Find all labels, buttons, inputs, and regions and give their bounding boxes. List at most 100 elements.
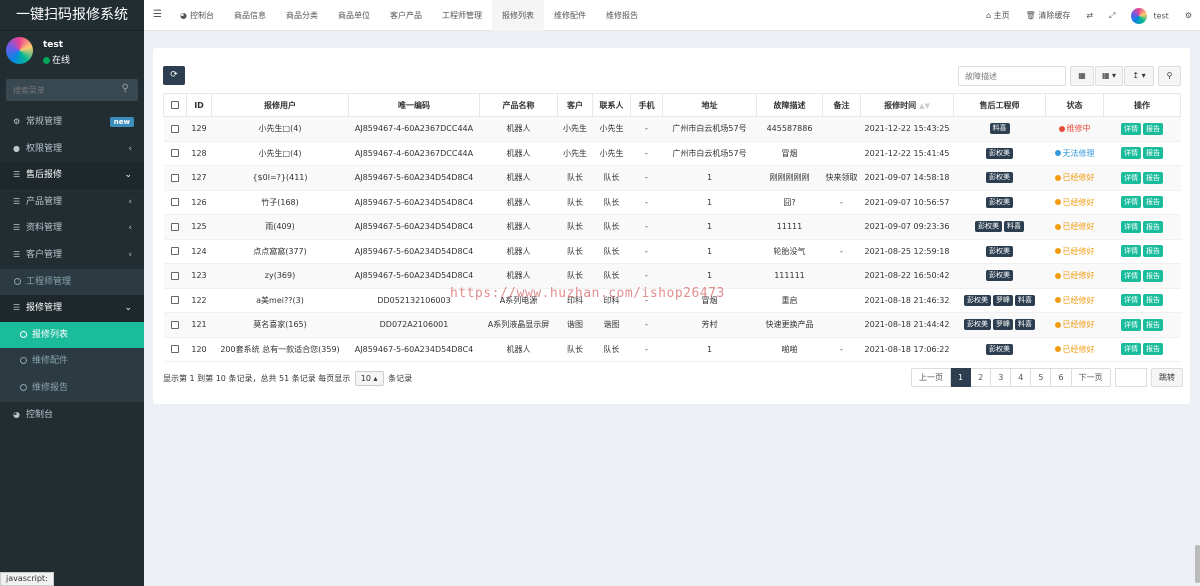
- sidebar-search-input[interactable]: [6, 79, 138, 101]
- tab-7[interactable]: 维修配件: [544, 0, 596, 31]
- row-checkbox[interactable]: [163, 116, 187, 142]
- cell-note: 快来领取: [822, 165, 861, 191]
- hamburger-icon[interactable]: ☰: [153, 9, 162, 20]
- fullscreen-icon[interactable]: ⤢: [1101, 11, 1123, 21]
- report-button[interactable]: 报告: [1143, 147, 1163, 160]
- row-checkbox[interactable]: [163, 336, 187, 362]
- row-checkbox[interactable]: [163, 140, 187, 166]
- export-button[interactable]: ↥ ▾: [1124, 66, 1154, 86]
- page-jump-button[interactable]: 跳转: [1151, 368, 1183, 387]
- cell-customer: 队长: [557, 263, 593, 289]
- app-logo[interactable]: 一键扫码报修系统: [0, 0, 144, 31]
- page-jump-input[interactable]: [1115, 368, 1147, 387]
- row-checkbox[interactable]: [163, 263, 187, 289]
- detail-button[interactable]: 详情: [1121, 171, 1141, 184]
- sidebar-item-repair-mgmt[interactable]: ☰ 报修管理 ⌄: [0, 295, 144, 322]
- detail-button[interactable]: 详情: [1121, 318, 1141, 331]
- detail-button[interactable]: 详情: [1121, 122, 1141, 135]
- report-button[interactable]: 报告: [1143, 245, 1163, 258]
- cell-engineers: 彭权美: [953, 336, 1046, 362]
- report-button[interactable]: 报告: [1143, 343, 1163, 356]
- sidebar-item-engineer[interactable]: 工程师管理: [0, 268, 144, 296]
- cell-user: 小先生□(4): [211, 140, 349, 166]
- report-button[interactable]: 报告: [1143, 318, 1163, 331]
- tab-3[interactable]: 商品单位: [328, 0, 380, 31]
- status-dot-icon: [1054, 174, 1061, 181]
- sidebar-item-customer[interactable]: ☰ 客户管理 ‹: [0, 242, 144, 269]
- sidebar-item-repair-list[interactable]: 报修列表: [0, 321, 144, 349]
- report-button[interactable]: 报告: [1143, 269, 1163, 282]
- cell-user: 莫名喜家(165): [211, 312, 349, 338]
- tab-8[interactable]: 维修报告: [596, 0, 648, 31]
- row-checkbox[interactable]: [163, 312, 187, 338]
- tab-5[interactable]: 工程师管理: [432, 0, 492, 31]
- report-button[interactable]: 报告: [1143, 171, 1163, 184]
- cell-customer: 队长: [557, 238, 593, 264]
- report-button[interactable]: 报告: [1143, 294, 1163, 307]
- cell-contact: 队长: [592, 336, 631, 362]
- column-header-id[interactable]: ID: [186, 93, 212, 117]
- refresh-button[interactable]: ⟳: [163, 66, 185, 85]
- cell-code: AJ859467-5-60A234D54D8C4: [348, 165, 480, 191]
- scrollbar-thumb[interactable]: [1195, 545, 1200, 583]
- next-page-button[interactable]: 下一页: [1071, 368, 1111, 387]
- detail-button[interactable]: 详情: [1121, 294, 1141, 307]
- cell-customer: 印科: [557, 287, 593, 313]
- report-button[interactable]: 报告: [1143, 122, 1163, 135]
- select-all-checkbox[interactable]: [163, 93, 187, 117]
- column-header-time[interactable]: 报修时间 ▲▼: [860, 93, 954, 117]
- tab-6[interactable]: 报修列表: [491, 0, 544, 31]
- columns-button[interactable]: ▦ ▾: [1095, 66, 1123, 86]
- cell-note: [822, 263, 861, 289]
- sidebar-item-dashboard[interactable]: ◕ 控制台: [0, 402, 144, 429]
- page-button[interactable]: 2: [971, 368, 992, 387]
- cell-product: 机器人: [479, 263, 558, 289]
- row-checkbox[interactable]: [163, 287, 187, 313]
- detail-button[interactable]: 详情: [1121, 147, 1141, 160]
- detail-button[interactable]: 详情: [1121, 196, 1141, 209]
- page-size-select[interactable]: 10 ▴: [354, 371, 384, 386]
- cell-product: 机器人: [479, 336, 558, 362]
- translate-icon[interactable]: ⇄: [1078, 11, 1101, 20]
- tab-2[interactable]: 商品分类: [276, 0, 328, 31]
- sidebar-item-product[interactable]: ☰ 产品管理 ‹: [0, 189, 144, 216]
- row-checkbox[interactable]: [163, 238, 187, 264]
- sidebar-item-repair-report[interactable]: 维修报告: [0, 374, 144, 402]
- fault-search-input[interactable]: [958, 66, 1066, 86]
- cell-customer: 队长: [557, 214, 593, 240]
- sidebar-item-permission[interactable]: ● 权限管理 ‹: [0, 136, 144, 163]
- tab-1[interactable]: 商品信息: [224, 0, 276, 31]
- page-button[interactable]: 5: [1031, 368, 1052, 387]
- sidebar-item-after-sales[interactable]: ☰ 售后报修 ⌄: [0, 162, 144, 189]
- report-button[interactable]: 报告: [1143, 220, 1163, 233]
- avatar: [6, 37, 33, 64]
- report-button[interactable]: 报告: [1143, 196, 1163, 209]
- search-icon[interactable]: ⚲: [122, 83, 129, 94]
- page-button[interactable]: 1: [951, 368, 972, 387]
- sidebar-item-data[interactable]: ☰ 资料管理 ‹: [0, 215, 144, 242]
- home-link[interactable]: ⌂ 主页: [978, 10, 1018, 21]
- tab-0[interactable]: ◕ 控制台: [170, 0, 224, 31]
- cell-address: 1: [662, 189, 757, 215]
- cell-address: 广州市白云机场57号: [662, 116, 757, 142]
- page-button[interactable]: 6: [1051, 368, 1072, 387]
- prev-page-button[interactable]: 上一页: [911, 368, 951, 387]
- clear-cache-link[interactable]: 🗑 清除缓存: [1018, 10, 1079, 21]
- detail-button[interactable]: 详情: [1121, 343, 1141, 356]
- sidebar-item-repair-parts[interactable]: 维修配件: [0, 348, 144, 375]
- user-menu[interactable]: test: [1123, 7, 1176, 24]
- page-button[interactable]: 3: [991, 368, 1012, 387]
- page-button[interactable]: 4: [1011, 368, 1032, 387]
- sort-icon[interactable]: ▲▼: [919, 102, 930, 110]
- row-checkbox[interactable]: [163, 165, 187, 191]
- detail-button[interactable]: 详情: [1121, 220, 1141, 233]
- detail-button[interactable]: 详情: [1121, 269, 1141, 282]
- row-checkbox[interactable]: [163, 189, 187, 215]
- toggle-view-button[interactable]: ▦: [1070, 66, 1094, 86]
- row-checkbox[interactable]: [163, 214, 187, 240]
- settings-icon[interactable]: ⚙: [1177, 11, 1200, 20]
- tab-4[interactable]: 客户产品: [380, 0, 432, 31]
- search-button[interactable]: ⚲: [1158, 66, 1181, 86]
- sidebar-item-routine[interactable]: ⚙ 常规管理 new: [0, 109, 144, 136]
- detail-button[interactable]: 详情: [1121, 245, 1141, 258]
